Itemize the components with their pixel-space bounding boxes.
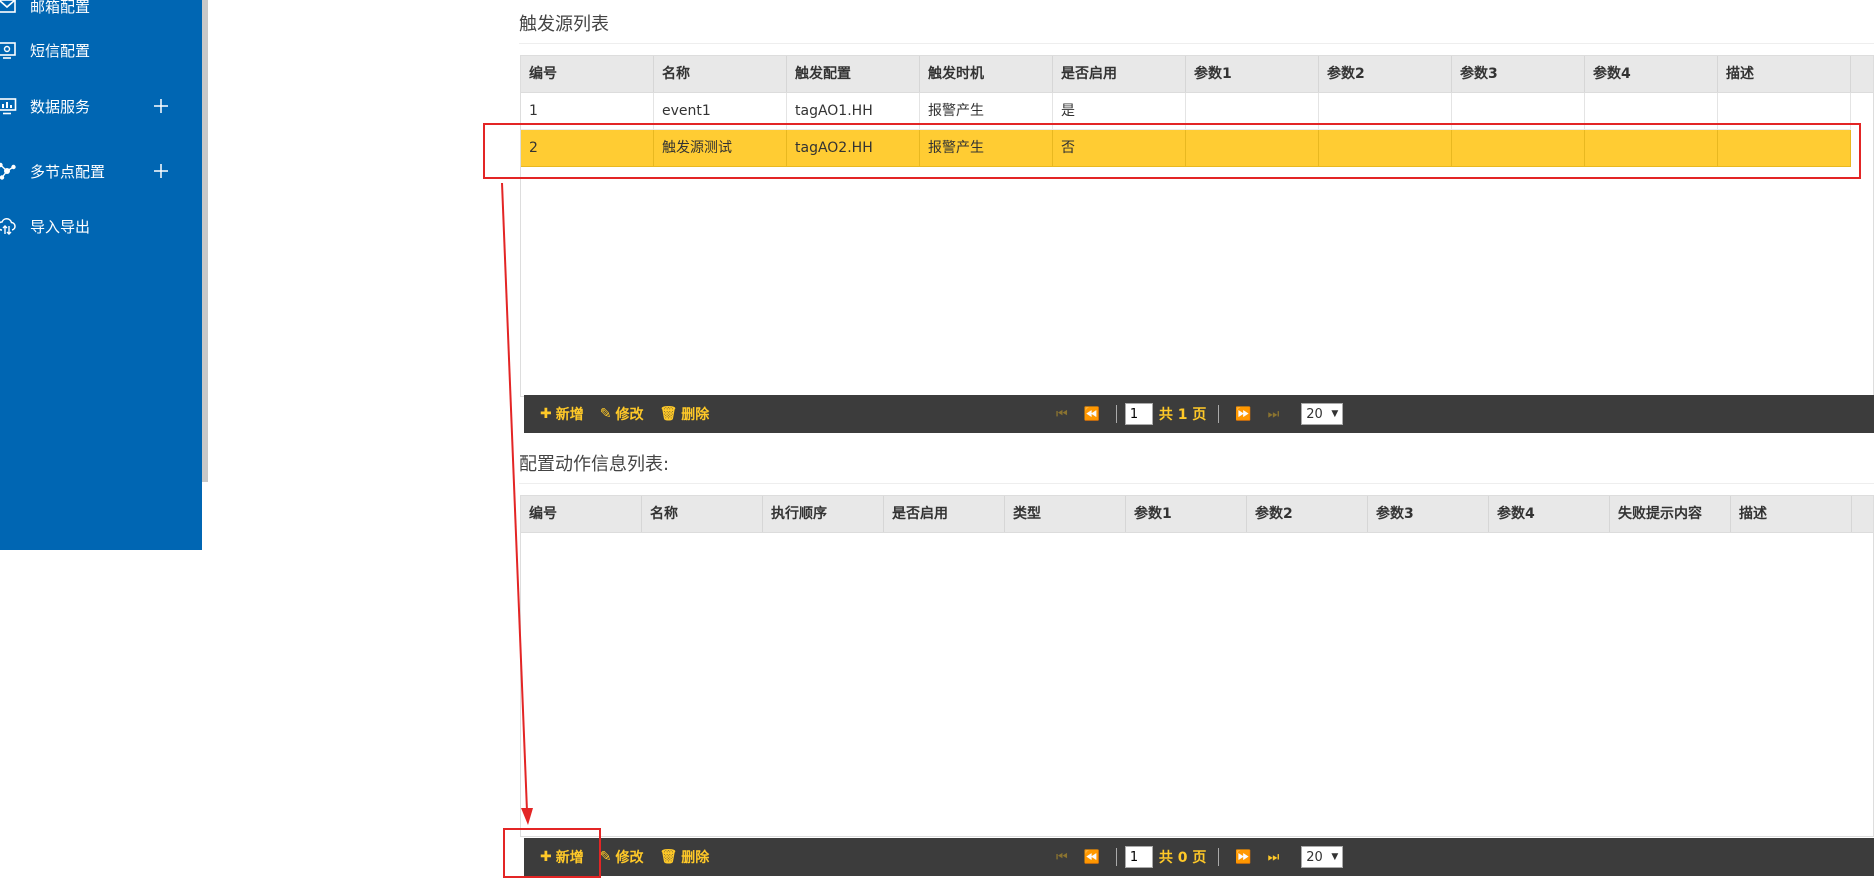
annotation-arrow xyxy=(501,182,533,825)
